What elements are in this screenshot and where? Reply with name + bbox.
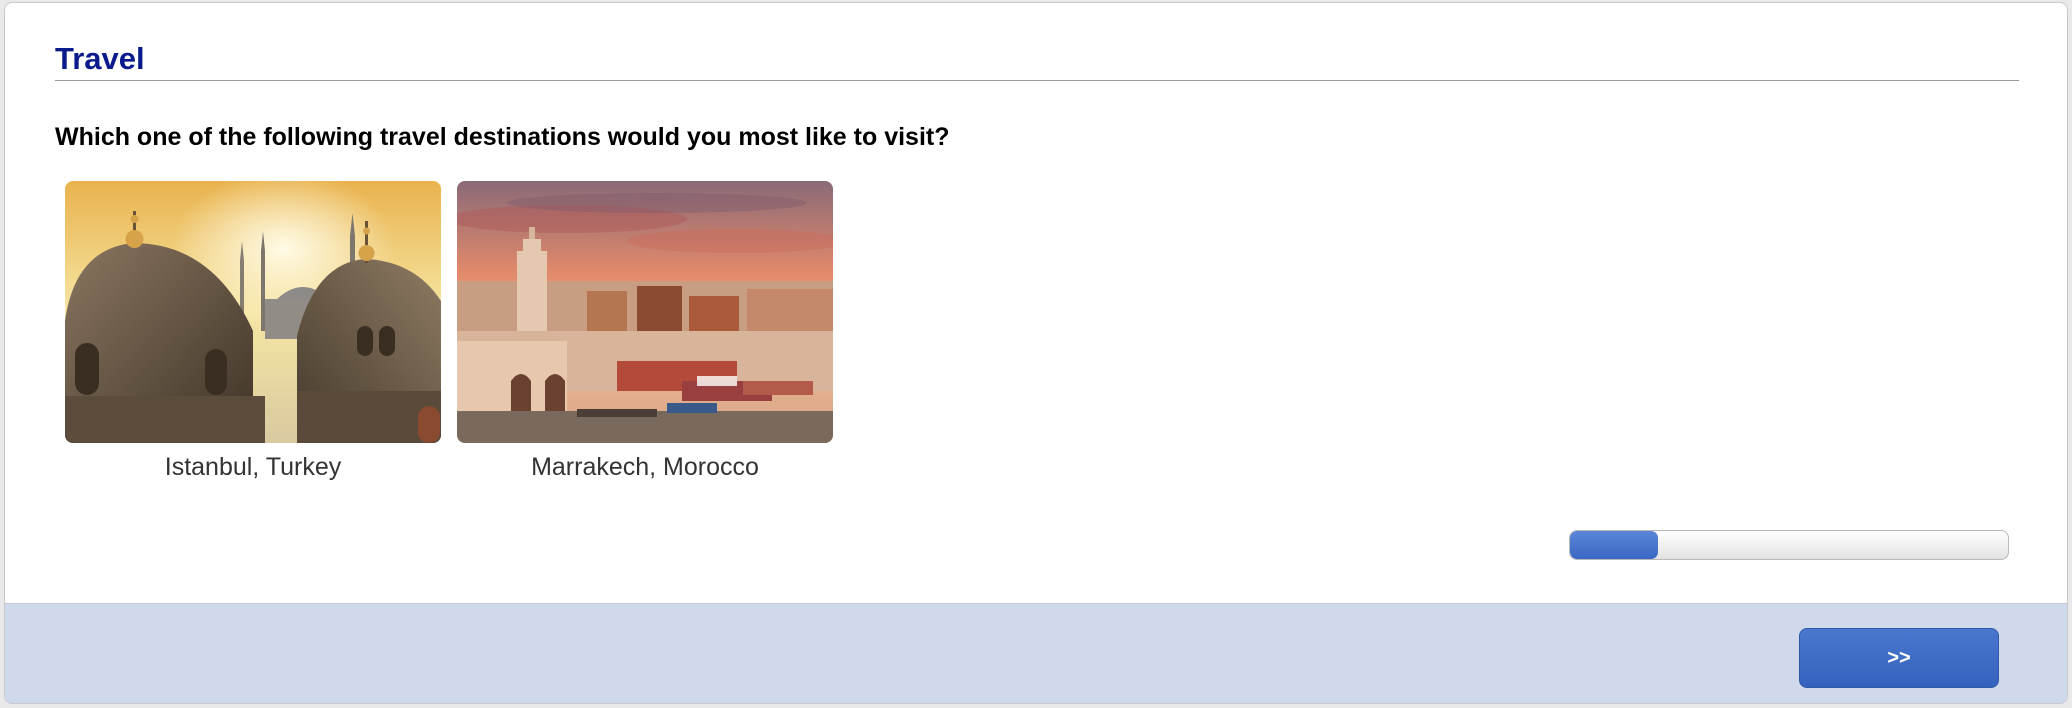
survey-frame: Travel Which one of the following travel… xyxy=(4,2,2068,704)
progress-bar xyxy=(1569,530,2009,560)
question-text: Which one of the following travel destin… xyxy=(55,123,950,151)
choice-marrakech[interactable]: Marrakech, Morocco xyxy=(457,181,833,482)
next-button[interactable]: >> xyxy=(1799,628,1999,688)
choice-istanbul[interactable]: Istanbul, Turkey xyxy=(65,181,441,482)
progress-fill xyxy=(1570,531,1658,559)
choice-list: Istanbul, Turkey Marrakech, Morocco xyxy=(65,181,833,482)
marrakech-image[interactable] xyxy=(457,181,833,443)
choice-label-istanbul: Istanbul, Turkey xyxy=(164,453,342,481)
page-title: Travel xyxy=(55,41,145,76)
choice-label-marrakech: Marrakech, Morocco xyxy=(531,453,759,481)
footer-bar: >> xyxy=(5,603,2067,703)
title-divider xyxy=(55,80,2019,81)
istanbul-image[interactable] xyxy=(65,181,441,443)
